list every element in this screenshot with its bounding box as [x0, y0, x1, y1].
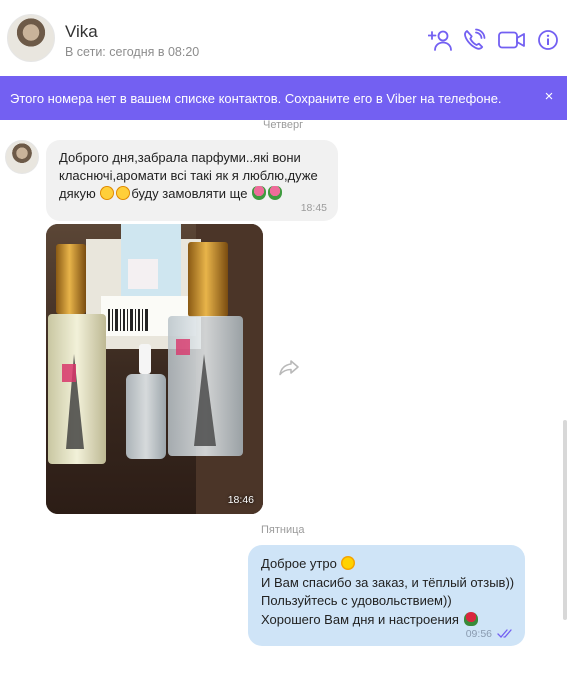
phone-icon[interactable] — [462, 28, 488, 52]
contact-name[interactable]: Vika — [65, 22, 98, 42]
star-eyes-emoji-icon — [116, 186, 131, 200]
message-text: Доброго дня,забрала парфуми..які вони кл… — [59, 150, 318, 201]
chat-header: Vika В сети: сегодня в 08:20 — [0, 0, 567, 76]
tulip-emoji-icon — [268, 186, 283, 200]
add-contact-icon[interactable] — [427, 28, 454, 52]
rose-emoji-icon — [463, 611, 478, 626]
photo-time: 18:46 — [227, 494, 254, 506]
outgoing-message[interactable]: Доброе утро И Вам спасибо за заказ, и тё… — [248, 545, 525, 646]
message-text: Доброе утро И Вам спасибо за заказ, и тё… — [261, 556, 515, 627]
close-icon[interactable]: × — [540, 88, 558, 106]
day-separator: Четверг — [263, 119, 304, 131]
banner-text: Этого номера нет в вашем списке контакто… — [10, 91, 502, 106]
star-eyes-emoji-icon — [100, 186, 115, 200]
info-icon[interactable] — [537, 28, 559, 52]
sender-avatar[interactable] — [5, 140, 39, 174]
sun-emoji-icon — [341, 556, 356, 570]
tulip-emoji-icon — [252, 186, 267, 200]
perfume-photo — [46, 224, 263, 514]
photo-message[interactable]: 18:46 — [46, 224, 263, 514]
forward-share-icon[interactable] — [278, 358, 300, 378]
unknown-contact-banner: Этого номера нет в вашем списке контакто… — [0, 76, 567, 120]
incoming-message[interactable]: Доброго дня,забрала парфуми..які вони кл… — [46, 140, 338, 221]
message-time: 18:45 — [300, 202, 327, 214]
day-separator: Пятница — [261, 524, 305, 536]
read-receipt-icon — [497, 629, 512, 638]
contact-status: В сети: сегодня в 08:20 — [65, 45, 200, 59]
scrollbar[interactable] — [563, 420, 567, 620]
video-call-icon[interactable] — [497, 28, 527, 52]
message-time: 09:56 — [465, 628, 492, 640]
contact-avatar[interactable] — [7, 14, 55, 62]
